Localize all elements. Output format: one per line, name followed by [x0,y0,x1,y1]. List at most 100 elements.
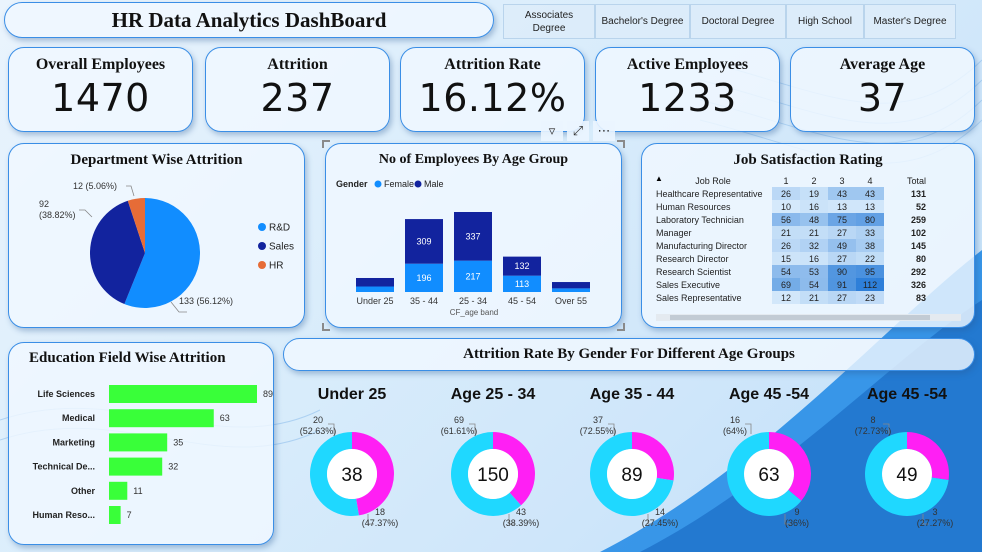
data-label: (61.61%) [441,426,478,436]
data-label: 89 [263,389,273,399]
slicer-item-label: Doctoral Degree [701,16,775,27]
donut-center-value: 38 [341,465,362,486]
table-cell: Manufacturing Director [656,240,748,251]
table-cell: 27 [828,226,856,239]
bar-segment-male[interactable] [552,282,590,289]
legend-label[interactable]: Male [424,179,444,189]
kpi-value: 37 [857,76,908,120]
job-satisfaction-table: Job Role 1 2 3 4 Total Healthcare Representati… [654,174,928,304]
more-options-icon[interactable]: ⋯ [593,121,615,141]
slicer-item-masters-degree[interactable]: Master's Degree [864,4,956,39]
table-cell: 26 [772,187,800,200]
slicer-item-label: Bachelor's Degree [601,16,684,27]
table-cell: 12 [772,291,800,304]
x-axis-label: CF_age band [450,308,498,317]
slicer-item-bachelors-degree[interactable]: Bachelor's Degree [595,4,690,39]
education-field-card: Education Field Wise Attrition Life Scie… [8,342,274,545]
data-label: (64%) [723,426,747,436]
bar-segment-female[interactable] [356,286,394,292]
department-chart-title: Department Wise Attrition [70,152,243,168]
bar[interactable] [109,385,257,403]
data-label: 9 [794,507,799,517]
bar[interactable] [109,481,128,500]
column-header[interactable]: Total [884,174,928,187]
table-cell: Healthcare Representative [656,188,763,199]
resize-handle[interactable] [617,140,625,148]
table-cell: 33 [856,226,884,239]
legend-label: HR [269,261,283,272]
visual-header-toolbar: ▿ ⤢ ⋯ [541,121,615,141]
bar-segment-female[interactable] [552,288,590,292]
donut-center-value: 49 [896,465,917,486]
data-label: 43 [516,507,526,517]
table-cell: Research Scientist [656,266,732,277]
table-row: Sales Representative 12 21 27 23 83 [654,291,928,304]
department-pie-chart: 133 (56.12%) 92(38.82%) 12 (5.06%) R&D Sales… [39,181,294,313]
kpi-label: Attrition [267,56,328,73]
column-header[interactable]: 1 [772,174,800,187]
table-row: Research Director 15 16 27 22 80 [654,252,928,265]
table-cell: 326 [910,279,926,290]
table-cell: 43 [828,187,856,200]
x-tick-label: 45 - 54 [508,296,536,306]
table-cell: 54 [800,278,828,291]
table-cell: 26 [772,239,800,252]
table-cell: 21 [800,291,828,304]
slicer-item-label: Associates Degree [524,9,574,34]
table-cell: 80 [856,213,884,226]
donut-title: Age 25 - 34 [451,386,536,403]
table-cell: 56 [772,213,800,226]
legend-label[interactable]: Female [384,179,414,189]
data-label: 63 [220,413,230,423]
bar[interactable] [109,409,214,428]
education-slicer: Associates Degree Bachelor's Degree Doct… [503,4,956,39]
slicer-item-doctoral-degree[interactable]: Doctoral Degree [690,4,786,39]
gender-age-section-title: Attrition Rate By Gender For Different A… [463,346,795,362]
resize-handle[interactable] [617,323,625,331]
bar[interactable] [109,457,163,476]
resize-handle[interactable] [322,140,330,148]
data-label: 113 [515,279,529,289]
table-row: Manufacturing Director 26 32 49 38 145 [654,239,928,252]
data-label: (38.82%) [39,210,76,220]
data-label: 18 [375,507,385,517]
filter-icon[interactable]: ▿ [541,121,563,141]
kpi-label: Average Age [839,56,926,73]
bar[interactable] [109,433,168,452]
resize-handle[interactable] [322,323,330,331]
column-header[interactable]: 3 [828,174,856,187]
slicer-item-high-school[interactable]: High School [786,4,864,39]
column-header[interactable]: 4 [856,174,884,187]
slicer-item-associates-degree[interactable]: Associates Degree [503,4,595,39]
kpi-label: Attrition Rate [444,56,541,73]
data-label: 7 [127,510,132,520]
job-satisfaction-card: Job Satisfaction Rating ▲ Job Role 1 2 3 4 To… [641,143,975,328]
y-tick-label: Life Sciences [37,389,95,399]
donut-center-value: 89 [621,465,642,486]
table-cell: 54 [772,265,800,278]
data-label: 12 (5.06%) [73,181,117,191]
focus-mode-icon[interactable]: ⤢ [567,121,589,141]
x-tick-label: Over 55 [555,296,587,306]
age-group-chart-title: No of Employees By Age Group [378,152,569,167]
donut-center-value: 63 [758,465,779,486]
bar[interactable] [109,506,121,524]
table-cell: 21 [772,226,800,239]
table-cell: 43 [856,187,884,200]
data-label: (72.55%) [580,426,617,436]
slicer-item-label: Master's Degree [873,16,947,27]
table-row: Sales Executive 69 54 91 112 326 [654,278,928,291]
legend-title: Gender [336,179,368,189]
legend-label: R&D [269,223,290,234]
data-label: 20 [313,415,323,425]
bar-segment-male[interactable] [356,277,394,287]
horizontal-scrollbar[interactable] [656,314,961,321]
kpi-card-average-age: Average Age 37 [790,47,975,132]
kpi-card-attrition: Attrition 237 [205,47,390,132]
column-header[interactable]: Job Role [654,174,772,187]
data-label: 217 [465,271,480,281]
kpi-label: Overall Employees [35,56,166,73]
column-header[interactable]: 2 [800,174,828,187]
data-label: 32 [168,462,178,472]
data-label: 132 [514,261,529,271]
